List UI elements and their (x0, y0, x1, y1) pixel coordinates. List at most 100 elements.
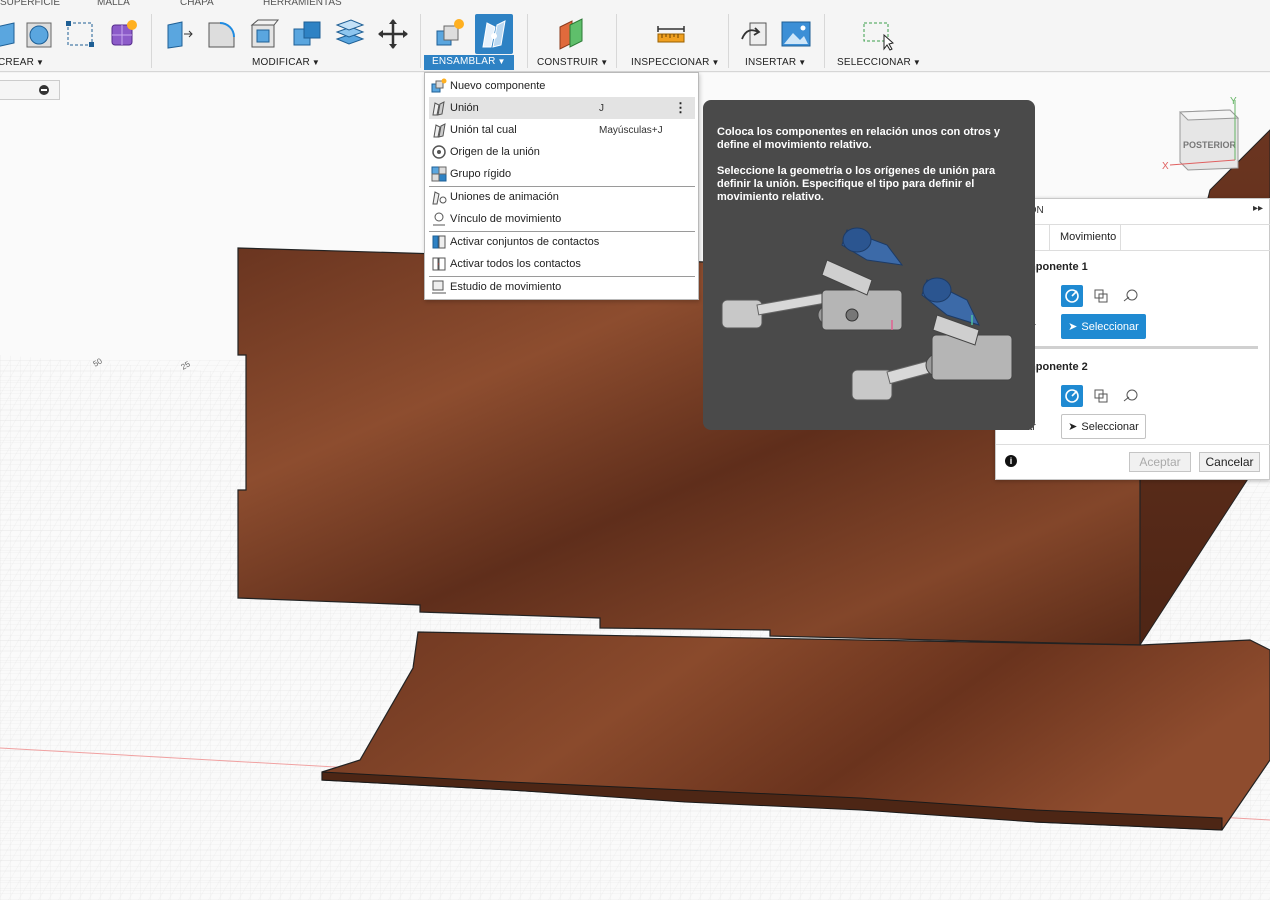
sketch-tool-button[interactable] (61, 14, 99, 54)
image-icon (781, 21, 811, 47)
move-button[interactable] (374, 14, 412, 54)
new-component-icon (436, 19, 464, 46)
tab-malla[interactable]: MALLA (97, 0, 130, 8)
chevron-down-icon: ▼ (912, 58, 922, 67)
group-inspeccionar[interactable]: INSPECCIONAR ▼ (631, 57, 720, 68)
new-component-button[interactable] (430, 14, 468, 54)
all-contacts-icon (432, 257, 446, 271)
offset-face-button[interactable] (331, 14, 369, 54)
mode-two-edges-button[interactable] (1120, 285, 1142, 307)
insert-canvas-button[interactable] (777, 14, 815, 54)
browser-panel-collapsed[interactable] (0, 80, 60, 100)
snap-icon (1065, 289, 1079, 303)
separator (616, 14, 617, 68)
shell-button[interactable] (245, 14, 283, 54)
two-edge-intersection-icon (1123, 289, 1138, 302)
cursor-arrow-icon: ➤ (1068, 421, 1078, 433)
as-built-joint-icon (433, 123, 446, 138)
group-construir[interactable]: CONSTRUIR ▼ (537, 57, 608, 68)
group-seleccionar[interactable]: SELECCIONAR ▼ (837, 57, 921, 68)
measure-button[interactable] (652, 14, 690, 54)
tooltip-illustration (721, 227, 1013, 401)
mode-two-edges-button[interactable] (1120, 385, 1142, 407)
menu-item-activar-todos-contactos[interactable]: Activar todos los contactos (429, 253, 695, 275)
insert-derive-button[interactable] (736, 14, 774, 54)
tooltip-instructions: Seleccione la geometría o los orígenes d… (717, 165, 996, 203)
insert-icon (741, 22, 767, 46)
press-pull-button[interactable] (160, 14, 198, 54)
menu-item-union-tal-cual[interactable]: Unión tal cual Mayúsculas+J (429, 119, 695, 141)
cancel-label: Cancelar (1205, 455, 1254, 469)
menu-item-vinculo-movimiento[interactable]: Vínculo de movimiento (429, 208, 695, 230)
plane-icon (559, 18, 583, 50)
combine-icon (293, 21, 321, 46)
form-icon (111, 20, 137, 46)
ok-button[interactable]: Aceptar (1129, 452, 1191, 472)
menu-item-origen-union[interactable]: Origen de la unión (429, 141, 695, 163)
collapse-icon[interactable] (39, 85, 49, 95)
divider (1120, 224, 1121, 250)
group-inspeccionar-label: INSPECCIONAR (631, 57, 710, 68)
tab-chapa[interactable]: CHAPA (180, 0, 214, 8)
chevron-down-icon: ▼ (798, 58, 807, 67)
move-arrows-icon (378, 19, 408, 49)
group-crear[interactable]: CREAR ▼ (0, 57, 44, 68)
tab-herramientas[interactable]: HERRAMIENTAS (263, 0, 342, 8)
menu-item-estudio-movimiento[interactable]: Estudio de movimiento (429, 276, 695, 298)
section-component-1: mponente 1 (1026, 261, 1088, 273)
group-modificar[interactable]: MODIFICAR ▼ (252, 57, 320, 68)
tab-superficie[interactable]: SUPERFICIE (0, 0, 60, 8)
tab-movimiento[interactable]: Movimiento (1060, 224, 1116, 250)
separator (527, 14, 528, 68)
view-cube[interactable]: POSTERIOR Y X (1162, 96, 1240, 172)
group-construir-label: CONSTRUIR (537, 57, 599, 68)
joint-icon (432, 101, 445, 116)
combine-button[interactable] (288, 14, 326, 54)
select-component-1-button[interactable]: ➤ Seleccionar (1061, 314, 1146, 339)
menu-item-activar-conjuntos-contactos[interactable]: Activar conjuntos de contactos (429, 231, 695, 253)
offset-plane-button[interactable] (552, 14, 590, 54)
chevron-down-icon: ▼ (600, 58, 609, 67)
sketch-icon (66, 21, 94, 47)
menu-item-nuevo-componente[interactable]: Nuevo componente (429, 75, 695, 97)
joint-button[interactable] (475, 14, 513, 54)
menu-item-shortcut: Mayúsculas+J (599, 124, 663, 136)
mode-between-button[interactable] (1090, 385, 1112, 407)
shell-icon (250, 19, 280, 48)
group-crear-label: CREAR (0, 57, 35, 68)
axis-x-label: X (1162, 161, 1169, 172)
divider (1049, 224, 1050, 250)
select-component-2-button[interactable]: ➤ Seleccionar (1061, 414, 1146, 439)
group-ensamblar-label: ENSAMBLAR (432, 56, 496, 67)
sphere-tool-button[interactable] (20, 14, 58, 54)
window-select-button[interactable] (858, 14, 896, 54)
more-options-icon[interactable]: ⋮ (674, 100, 687, 116)
menu-item-uniones-animacion[interactable]: Uniones de animación (429, 186, 695, 208)
tab-label: Movimiento (1060, 231, 1117, 243)
group-ensamblar[interactable]: ENSAMBLAR ▼ (424, 55, 514, 70)
mode-between-button[interactable] (1090, 285, 1112, 307)
mode-simple-button[interactable] (1061, 385, 1083, 407)
select-label: Seleccionar (1081, 320, 1139, 333)
menu-item-label: Uniones de animación (450, 191, 559, 203)
cursor-arrow-icon: ➤ (1068, 321, 1078, 333)
divider (996, 444, 1270, 445)
mode-simple-button[interactable] (1061, 285, 1083, 307)
menu-item-shortcut: J (599, 102, 604, 114)
form-tool-button[interactable] (104, 14, 142, 54)
menu-item-label: Unión (450, 102, 479, 114)
expand-icon[interactable]: ▸▸ (1253, 203, 1263, 214)
box-icon (0, 22, 15, 47)
fillet-button[interactable] (202, 14, 240, 54)
cancel-button[interactable]: Cancelar (1199, 452, 1260, 472)
group-insertar[interactable]: INSERTAR ▼ (745, 57, 806, 68)
new-component-icon (431, 78, 447, 93)
menu-item-union[interactable]: Unión J ⋮ (429, 97, 695, 119)
menu-item-grupo-rigido[interactable]: Grupo rígido (429, 163, 695, 185)
group-insertar-label: INSERTAR (745, 57, 797, 68)
info-icon[interactable]: i (1005, 455, 1017, 467)
two-edge-intersection-icon (1123, 389, 1138, 402)
animate-joint-icon (432, 191, 447, 205)
motion-link-icon (433, 212, 445, 226)
divider (996, 224, 1270, 225)
